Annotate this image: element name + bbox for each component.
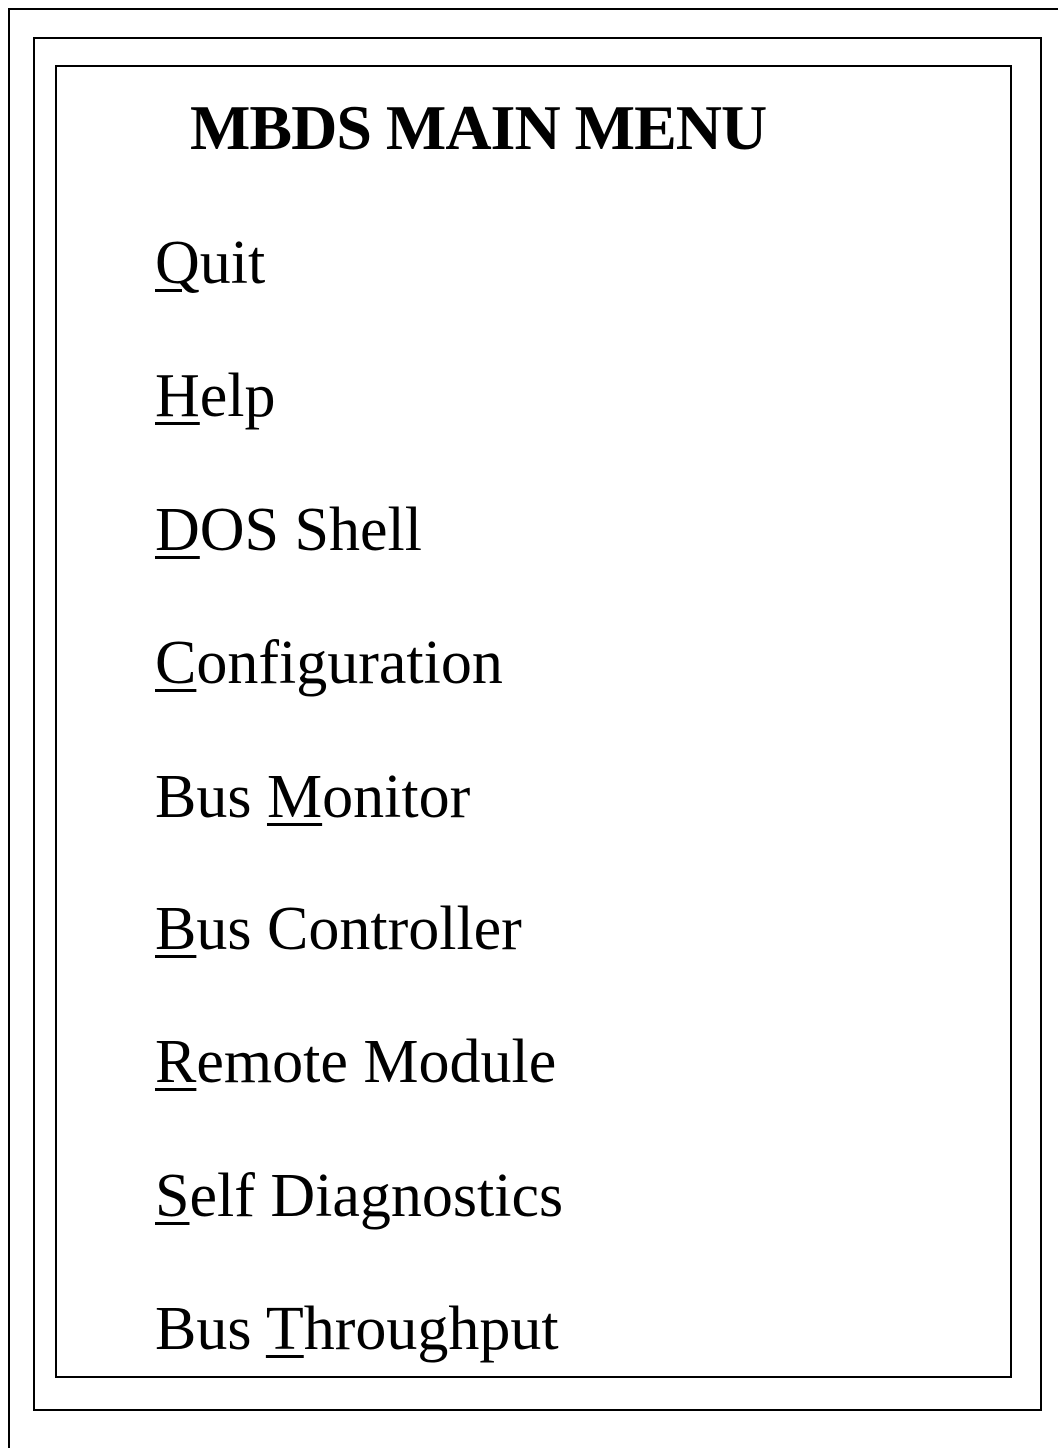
menu-item-remote-module[interactable]: Remote Module [155,1027,556,1097]
menu-item-rest: hroughput [303,1295,559,1363]
menu-item-hotkey: S [155,1162,190,1230]
menu-item-dos-shell[interactable]: DOS Shell [155,495,422,565]
menu-item-bus-monitor[interactable]: Bus Monitor [155,762,470,832]
menu-item-prefix: Bus [155,763,267,831]
menu-item-rest: uit [199,229,266,297]
menu-item-rest: emote Module [196,1028,557,1096]
menu-item-hotkey: Q [155,229,200,297]
menu-item-rest: onfiguration [196,629,503,697]
menu-item-rest: elp [199,362,276,430]
menu-item-rest: elf Diagnostics [189,1162,564,1230]
menu-item-hotkey: T [265,1295,304,1363]
menu-item-help[interactable]: Help [155,361,276,431]
menu-item-quit[interactable]: Quit [155,228,265,298]
menu-item-self-diagnostics[interactable]: Self Diagnostics [155,1161,563,1231]
menu-item-rest: OS Shell [199,496,422,564]
menu-item-prefix: Bus [155,1295,266,1363]
menu-item-bus-throughput[interactable]: Bus Throughput [155,1294,559,1364]
menu-item-bus-controller[interactable]: Bus Controller [155,894,522,964]
menu-item-hotkey: C [155,629,197,697]
menu-item-hotkey: B [155,895,197,963]
menu-item-hotkey: R [155,1028,197,1096]
menu-item-rest: us Controller [196,895,522,963]
menu-item-hotkey: H [155,362,200,430]
menu-item-hotkey: D [155,496,200,564]
menu-title: MBDS MAIN MENU [190,92,767,163]
menu-item-hotkey: M [266,763,323,831]
menu-item-configuration[interactable]: Configuration [155,628,503,698]
menu-item-rest: onitor [322,763,471,831]
